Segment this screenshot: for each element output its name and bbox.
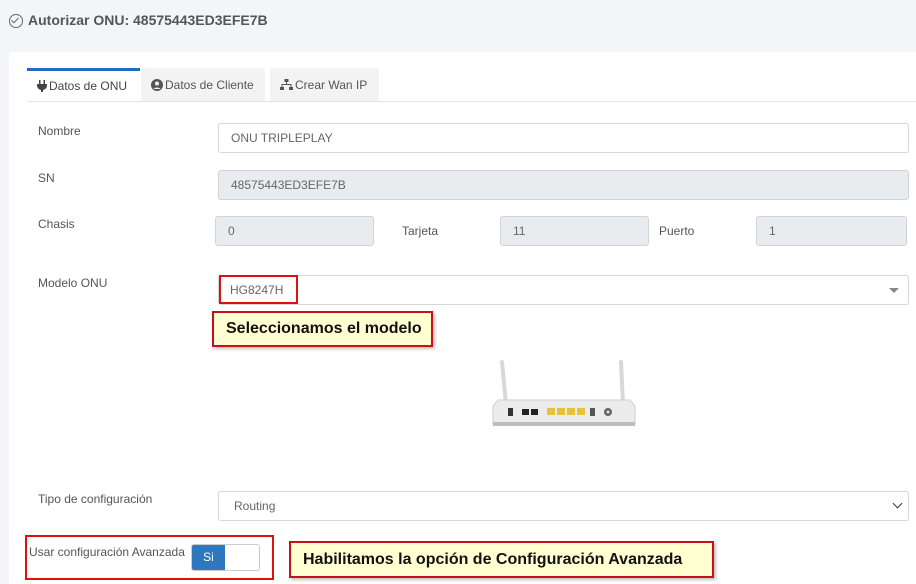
- caret-down-icon[interactable]: [889, 288, 899, 293]
- page-header: Autorizar ONU: 48575443ED3EFE7B: [0, 0, 916, 46]
- sn-label: SN: [38, 171, 55, 185]
- chasis-label: Chasis: [38, 217, 75, 231]
- tab-label: Datos de Cliente: [165, 78, 254, 92]
- modelo-select[interactable]: HG8247H: [218, 275, 909, 305]
- modelo-label: Modelo ONU: [38, 276, 108, 290]
- sn-input[interactable]: 48575443ED3EFE7B: [218, 170, 909, 200]
- tab-label: Datos de ONU: [49, 79, 128, 93]
- puerto-input[interactable]: 1: [756, 216, 907, 246]
- sitemap-icon: [280, 79, 293, 90]
- tab-crear-wan-ip[interactable]: Crear Wan IP: [270, 68, 379, 101]
- tab-bar: Datos de ONU Datos de Cliente Crear Wan …: [27, 68, 916, 102]
- tipo-config-select[interactable]: Routing: [218, 491, 909, 521]
- plug-icon: [37, 80, 47, 92]
- user-circle-icon: [151, 79, 163, 91]
- tab-label: Crear Wan IP: [295, 78, 368, 92]
- avanzada-highlight: [25, 535, 274, 580]
- tab-datos-cliente[interactable]: Datos de Cliente: [141, 68, 265, 101]
- tipo-config-label: Tipo de configuración: [38, 492, 153, 506]
- tarjeta-input[interactable]: 11: [500, 216, 649, 246]
- puerto-label: Puerto: [659, 224, 695, 238]
- tab-datos-onu[interactable]: Datos de ONU: [27, 68, 140, 101]
- onu-device-image: [492, 360, 636, 426]
- check-circle-icon: [9, 14, 23, 28]
- page-title: Autorizar ONU: 48575443ED3EFE7B: [28, 12, 268, 28]
- nombre-label: Nombre: [38, 124, 81, 138]
- chasis-input[interactable]: 0: [215, 216, 374, 246]
- nombre-input[interactable]: ONU TRIPLEPLAY: [218, 123, 909, 153]
- modelo-highlight: [219, 275, 298, 304]
- modelo-callout: Seleccionamos el modelo: [212, 311, 433, 347]
- tarjeta-label: Tarjeta: [402, 224, 439, 238]
- avanzada-callout: Habilitamos la opción de Configuración A…: [289, 541, 714, 578]
